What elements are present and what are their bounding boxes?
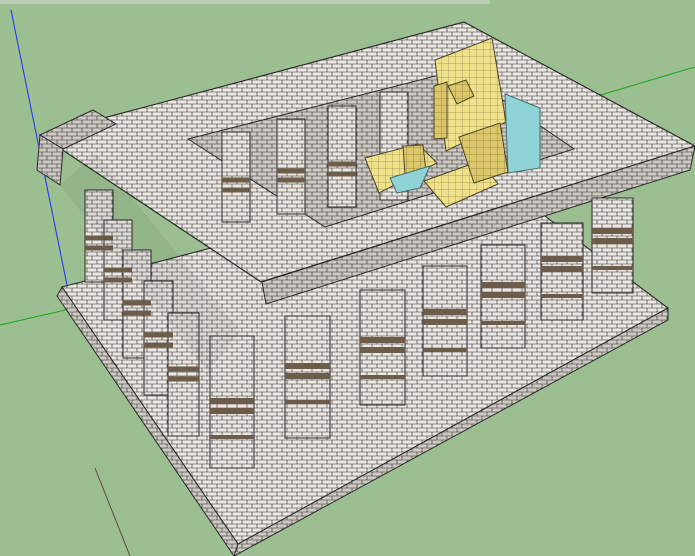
red-axis-line (94, 467, 131, 556)
front-column-7 (591, 197, 634, 294)
modeling-viewport[interactable] (0, 0, 695, 556)
back-column-2 (276, 118, 306, 215)
back-column-1 (221, 131, 251, 223)
back-column-3 (327, 105, 357, 208)
3d-scene[interactable] (0, 0, 695, 556)
